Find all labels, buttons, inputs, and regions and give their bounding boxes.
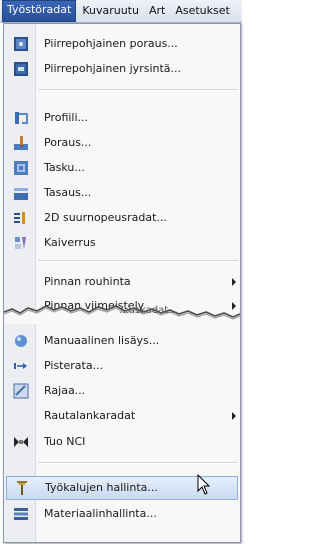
- menu-separator: [38, 462, 238, 464]
- menu-item-label: Työkalujen hallinta...: [45, 481, 158, 494]
- menu-item-label: Tasku...: [44, 161, 85, 174]
- partial-menu-item-label: ...uskadat...: [119, 305, 178, 316]
- menu-item-profile[interactable]: Profiili...: [4, 106, 240, 130]
- menu-item-label: 2D suurnopeusradat...: [44, 211, 167, 224]
- pocket-icon: [14, 161, 28, 175]
- menu-item-label: Tasaus...: [44, 186, 92, 199]
- menu-item-label: Tuo NCI: [44, 435, 86, 448]
- menu-item-drill[interactable]: Poraus...: [4, 131, 240, 155]
- menu-item-label: Piirrepohjainen jyrsintä...: [44, 62, 182, 75]
- menu-item-label: Profiili...: [44, 111, 89, 124]
- engrave-icon: [15, 237, 26, 249]
- drill-icon: [14, 136, 28, 150]
- menu-item-label: Piirrepohjainen poraus...: [44, 37, 178, 50]
- menu-item-wireframe[interactable]: Rautalankaradat: [4, 404, 240, 428]
- high-speed-icon: [14, 212, 25, 224]
- menu-separator: [38, 89, 238, 91]
- material-manager-icon: [14, 508, 28, 520]
- trim-icon: [13, 383, 29, 399]
- torn-edge: [4, 305, 240, 324]
- import-nci-icon: [14, 437, 28, 447]
- menu-item-import-nci[interactable]: Tuo NCI: [4, 430, 240, 454]
- menu-item-feature-drill[interactable]: Piirrepohjainen poraus...: [4, 32, 240, 56]
- menu-bar: Työstöradat Kuvaruutu Art Asetukset: [0, 0, 242, 23]
- menu-item-manual-entry[interactable]: Manuaalinen lisäys...: [4, 329, 240, 353]
- menu-item-label: Materiaalinhallinta...: [44, 507, 157, 520]
- toolpaths-dropdown-menu: Piirrepohjainen poraus... Piirrepohjaine…: [3, 23, 241, 543]
- menu-toolpaths[interactable]: Työstöradat: [2, 0, 77, 22]
- feature-mill-icon: [14, 62, 28, 76]
- menu-item-trim[interactable]: Rajaa...: [4, 379, 240, 403]
- menu-item-face[interactable]: Tasaus...: [4, 181, 240, 205]
- tool-manager-icon: [17, 481, 27, 495]
- menu-settings[interactable]: Asetukset: [171, 1, 234, 21]
- menu-item-feature-mill[interactable]: Piirrepohjainen jyrsintä...: [4, 57, 240, 81]
- menu-item-label: Kaiverrus: [44, 236, 96, 249]
- feature-drill-icon: [14, 37, 28, 51]
- menu-item-material-manager[interactable]: Materiaalinhallinta...: [4, 502, 240, 526]
- menu-art[interactable]: Art: [145, 1, 169, 21]
- menu-screen[interactable]: Kuvaruutu: [78, 1, 143, 21]
- menu-item-label: Rajaa...: [44, 384, 86, 397]
- submenu-arrow-icon: [232, 412, 236, 420]
- menu-item-pocket[interactable]: Tasku...: [4, 156, 240, 180]
- menu-item-point-path[interactable]: Pisterata...: [4, 354, 240, 378]
- menu-item-label: Manuaalinen lisäys...: [44, 334, 160, 347]
- menu-item-label: Rautalankaradat: [44, 409, 136, 422]
- menu-item-label: Poraus...: [44, 136, 92, 149]
- menu-item-engrave[interactable]: Kaiverrus: [4, 231, 240, 255]
- menu-separator: [38, 260, 238, 262]
- menu-item-high-speed[interactable]: 2D suurnopeusradat...: [4, 206, 240, 230]
- mouse-cursor-icon: [197, 474, 211, 495]
- point-path-icon: [14, 363, 27, 369]
- menu-item-label: Pisterata...: [44, 359, 104, 372]
- face-icon: [14, 188, 28, 200]
- profile-icon: [15, 112, 28, 124]
- manual-entry-icon: [15, 335, 27, 347]
